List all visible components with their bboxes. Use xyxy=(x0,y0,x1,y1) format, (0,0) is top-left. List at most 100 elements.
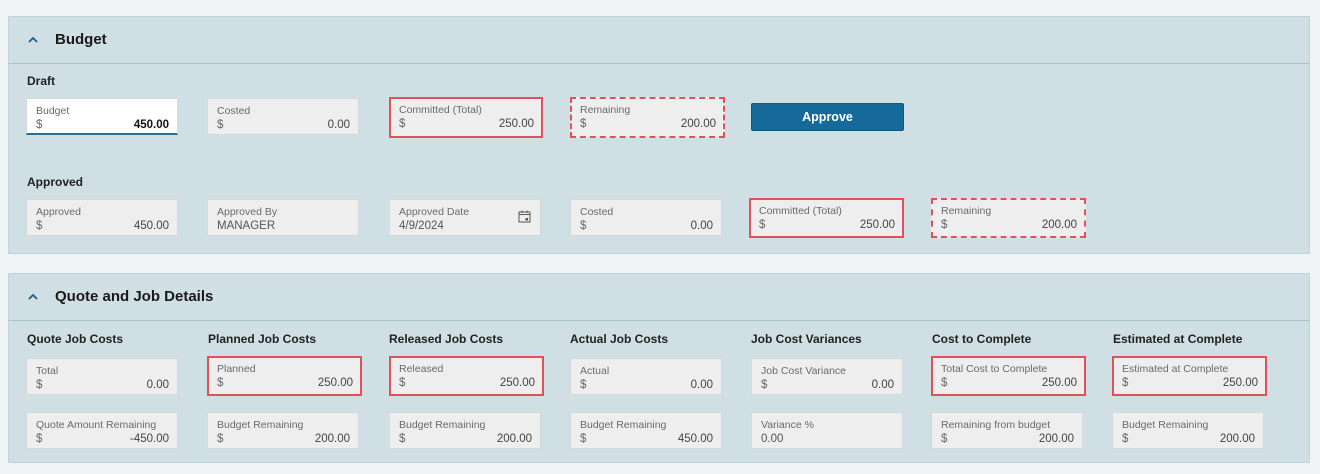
field-label: Job Cost Variance xyxy=(761,365,847,377)
column-title: Actual Job Costs xyxy=(570,332,669,346)
field-label: Budget xyxy=(36,105,70,117)
field-label: Total Cost to Complete xyxy=(941,363,1048,375)
column-title: Job Cost Variances xyxy=(751,332,862,346)
field-value: 0.00 xyxy=(690,220,713,232)
field-value: 200.00 xyxy=(1219,433,1255,445)
currency-symbol: $ xyxy=(580,379,587,391)
field-label: Remaining xyxy=(941,205,992,217)
field-label: Approved Date xyxy=(399,206,470,218)
field-value: MANAGER xyxy=(217,220,276,232)
field-label: Actual xyxy=(580,365,610,377)
field-label: Variance % xyxy=(761,419,814,431)
currency-symbol: $ xyxy=(36,119,43,131)
approved-remaining-field: Remaining $ 200.00 xyxy=(931,198,1086,238)
draft-costed-field: Costed $ 0.00 xyxy=(207,98,359,135)
field-label: Committed (Total) xyxy=(759,205,842,217)
field-label: Budget Remaining xyxy=(399,419,486,431)
field-value: 200.00 xyxy=(1041,219,1077,231)
currency-symbol: $ xyxy=(217,433,224,445)
field-label: Costed xyxy=(580,206,614,218)
field-value: 250.00 xyxy=(499,377,535,389)
released-budget-remaining-field: Budget Remaining $ 200.00 xyxy=(389,412,541,449)
field-label: Planned xyxy=(217,363,256,375)
variance-percent-field: Variance % 0.00 xyxy=(751,412,903,449)
field-label: Approved By xyxy=(217,206,278,218)
currency-symbol: $ xyxy=(399,118,406,130)
quote-total-field: Total $ 0.00 xyxy=(26,358,178,395)
column-title: Planned Job Costs xyxy=(208,332,317,346)
total-cost-to-complete-field: Total Cost to Complete $ 250.00 xyxy=(931,356,1086,396)
field-value: 0.00 xyxy=(871,379,894,391)
currency-symbol: $ xyxy=(1122,433,1129,445)
planned-budget-remaining-field: Budget Remaining $ 200.00 xyxy=(207,412,359,449)
released-field: Released $ 250.00 xyxy=(389,356,544,396)
field-value: 450.00 xyxy=(133,119,169,131)
field-label: Estimated at Complete xyxy=(1122,363,1229,375)
actual-budget-remaining-field: Budget Remaining $ 450.00 xyxy=(570,412,722,449)
quote-job-details-panel: Quote and Job Details Quote Job Costs Pl… xyxy=(8,273,1310,463)
approved-costed-field: Costed $ 0.00 xyxy=(570,199,722,236)
field-value: 200.00 xyxy=(496,433,532,445)
column-title: Released Job Costs xyxy=(389,332,504,346)
approved-date-field[interactable]: Approved Date 4/9/2024 xyxy=(389,199,541,236)
field-value: 450.00 xyxy=(133,220,169,232)
field-value: 250.00 xyxy=(1222,377,1258,389)
field-label: Remaining xyxy=(580,104,631,116)
column-title: Quote Job Costs xyxy=(27,332,124,346)
job-cost-variance-field: Job Cost Variance $ 0.00 xyxy=(751,358,903,395)
budget-panel-header[interactable]: Budget xyxy=(9,17,1309,64)
budget-panel: Budget Draft Budget $ 450.00 Costed $ 0.… xyxy=(8,16,1310,254)
field-label: Remaining from budget xyxy=(941,419,1051,431)
field-value: 0.00 xyxy=(146,379,169,391)
currency-symbol: $ xyxy=(36,433,43,445)
field-value: 200.00 xyxy=(1038,433,1074,445)
field-label: Budget Remaining xyxy=(580,419,667,431)
field-label: Committed (Total) xyxy=(399,104,482,116)
chevron-up-icon[interactable] xyxy=(26,290,40,304)
field-value: 200.00 xyxy=(680,118,716,130)
draft-label: Draft xyxy=(27,74,56,88)
draft-remaining-field: Remaining $ 200.00 xyxy=(570,97,725,138)
field-value: 200.00 xyxy=(314,433,350,445)
currency-symbol: $ xyxy=(580,118,587,130)
currency-symbol: $ xyxy=(217,377,224,389)
currency-symbol: $ xyxy=(399,433,406,445)
draft-budget-field[interactable]: Budget $ 450.00 xyxy=(26,98,178,135)
field-value: 250.00 xyxy=(317,377,353,389)
quote-amount-remaining-field: Quote Amount Remaining $ -450.00 xyxy=(26,412,178,449)
actual-field: Actual $ 0.00 xyxy=(570,358,722,395)
currency-symbol: $ xyxy=(580,220,587,232)
field-value: 0.00 xyxy=(327,119,350,131)
currency-symbol: $ xyxy=(759,219,766,231)
budget-title: Budget xyxy=(55,31,107,48)
chevron-up-icon[interactable] xyxy=(26,33,40,47)
remaining-from-budget-field: Remaining from budget $ 200.00 xyxy=(931,412,1083,449)
currency-symbol: $ xyxy=(941,219,948,231)
eac-budget-remaining-field: Budget Remaining $ 200.00 xyxy=(1112,412,1264,449)
field-value: 250.00 xyxy=(1041,377,1077,389)
currency-symbol: $ xyxy=(580,433,587,445)
field-value: 450.00 xyxy=(677,433,713,445)
field-value: 0.00 xyxy=(690,379,713,391)
approved-label: Approved xyxy=(27,175,84,189)
approved-by-field: Approved By MANAGER xyxy=(207,199,359,236)
column-title: Cost to Complete xyxy=(932,332,1032,346)
currency-symbol: $ xyxy=(941,433,948,445)
currency-symbol: $ xyxy=(761,379,768,391)
field-value: 4/9/2024 xyxy=(399,220,444,232)
field-label: Released xyxy=(399,363,444,375)
quote-panel-header[interactable]: Quote and Job Details xyxy=(9,274,1309,321)
currency-symbol: $ xyxy=(1122,377,1129,389)
approved-committed-field: Committed (Total) $ 250.00 xyxy=(749,198,904,238)
planned-field: Planned $ 250.00 xyxy=(207,356,362,396)
field-label: Quote Amount Remaining xyxy=(36,419,157,431)
estimated-at-complete-field: Estimated at Complete $ 250.00 xyxy=(1112,356,1267,396)
field-label: Costed xyxy=(217,105,251,117)
quote-title: Quote and Job Details xyxy=(55,288,214,305)
column-title: Estimated at Complete xyxy=(1113,332,1243,346)
approve-button[interactable]: Approve xyxy=(751,103,904,131)
currency-symbol: $ xyxy=(217,119,224,131)
field-label: Total xyxy=(36,365,59,377)
calendar-icon[interactable] xyxy=(518,210,531,223)
field-value: 250.00 xyxy=(859,219,895,231)
